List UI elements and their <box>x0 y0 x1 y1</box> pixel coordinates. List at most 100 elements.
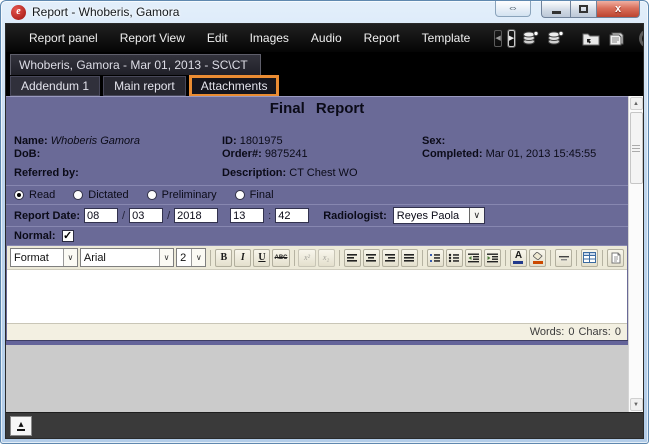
align-left-icon[interactable] <box>344 249 361 267</box>
report-editor: Format∨ Arial∨ 2∨ B I U ABC x² x₂ <box>7 245 627 340</box>
title-bar[interactable]: e Report - Whoberis, Gamora ⇔ x <box>5 1 644 23</box>
date-month-input[interactable]: 08 <box>84 208 118 223</box>
bold-button[interactable]: B <box>215 249 232 267</box>
patient-study-tab[interactable]: Whoberis, Gamora - Mar 01, 2013 - SC\CT <box>10 54 261 75</box>
app-logo-icon: e <box>11 5 26 20</box>
time-minute-input[interactable]: 42 <box>275 208 309 223</box>
records-in-icon[interactable] <box>547 30 564 46</box>
records-out-icon[interactable] <box>522 30 539 46</box>
radio-final-dot[interactable] <box>235 190 245 200</box>
align-justify-icon[interactable] <box>401 249 418 267</box>
radio-dictated[interactable]: Dictated <box>73 189 128 201</box>
menu-report-panel[interactable]: Report panel <box>18 31 109 45</box>
toolbar-separator <box>294 250 295 266</box>
toolbar-separator <box>576 250 577 266</box>
menu-audio[interactable]: Audio <box>300 31 353 45</box>
menu-report[interactable]: Report <box>353 31 411 45</box>
eject-icon: ▴ <box>17 421 24 431</box>
radio-preliminary[interactable]: Preliminary <box>147 189 217 201</box>
minimize-icon <box>552 11 561 14</box>
tab-addendum-1[interactable]: Addendum 1 <box>10 76 100 96</box>
status-radio-row: Read Dictated Preliminary Final <box>6 185 628 204</box>
bullet-list-icon[interactable] <box>446 249 463 267</box>
superscript-button[interactable]: x² <box>298 249 315 267</box>
radio-read-dot[interactable] <box>14 190 24 200</box>
info-dob: DoB: <box>14 148 222 160</box>
radio-preliminary-dot[interactable] <box>147 190 157 200</box>
size-select[interactable]: 2∨ <box>176 248 206 267</box>
nav-previous-icon[interactable]: ◀ <box>494 30 501 47</box>
report-pages-icon[interactable] <box>608 31 625 46</box>
normal-label: Normal: <box>14 230 56 242</box>
tab-attachments[interactable]: Attachments <box>189 75 280 97</box>
radio-read[interactable]: Read <box>14 189 55 201</box>
menu-edit[interactable]: Edit <box>196 31 239 45</box>
client-area: Report panel Report View Edit Images Aud… <box>5 23 644 439</box>
scroll-up-icon[interactable]: ▲ <box>630 97 643 110</box>
minimize-button[interactable] <box>541 1 570 18</box>
align-right-icon[interactable] <box>382 249 399 267</box>
outdent-icon[interactable] <box>465 249 482 267</box>
italic-button[interactable]: I <box>234 249 251 267</box>
maximize-button[interactable] <box>570 1 597 18</box>
close-button[interactable]: x <box>597 1 640 18</box>
radiologist-select[interactable]: Reyes Paola ∨ <box>393 207 485 224</box>
toolbar-separator <box>210 250 211 266</box>
erad-brand-logo: e RAD <box>639 29 644 48</box>
tab-main-report[interactable]: Main report <box>103 76 186 96</box>
info-name: Name: Whoberis Gamora <box>14 135 222 147</box>
radio-final[interactable]: Final <box>235 189 274 201</box>
horizontal-rule-icon[interactable] <box>555 249 572 267</box>
vertical-scrollbar[interactable]: ▲ ▼ <box>628 96 643 412</box>
time-hour-input[interactable]: 13 <box>230 208 264 223</box>
radio-dictated-dot[interactable] <box>73 190 83 200</box>
toolbar-separator <box>505 250 506 266</box>
chevron-down-icon: ∨ <box>63 249 77 266</box>
insert-table-icon[interactable] <box>581 249 598 267</box>
highlight-color-icon[interactable] <box>529 249 546 267</box>
report-editor-body[interactable] <box>7 270 627 323</box>
words-value: 0 <box>568 326 574 338</box>
open-folder-icon[interactable] <box>582 31 600 46</box>
chevron-down-icon[interactable]: ∨ <box>469 208 484 223</box>
report-window: e Report - Whoberis, Gamora ⇔ x Report p… <box>0 0 649 444</box>
menu-bar: Report panel Report View Edit Images Aud… <box>6 24 643 52</box>
info-referred-by: Referred by: <box>14 167 222 179</box>
menu-images[interactable]: Images <box>239 31 300 45</box>
scrollbar-thumb[interactable] <box>630 112 643 184</box>
font-color-icon[interactable]: A <box>510 249 527 267</box>
underline-button[interactable]: U <box>253 249 270 267</box>
page-source-icon[interactable] <box>607 249 624 267</box>
format-select[interactable]: Format∨ <box>10 248 78 267</box>
erad-arc-icon: e <box>639 29 644 48</box>
numbered-list-icon[interactable] <box>427 249 444 267</box>
eject-panel-button[interactable]: ▴ <box>10 416 32 436</box>
toolbar-separator <box>602 250 603 266</box>
editor-status-bar: Words: 0 Chars: 0 <box>7 323 627 340</box>
align-center-icon[interactable] <box>363 249 380 267</box>
swap-monitor-button[interactable]: ⇔ <box>495 1 531 17</box>
indent-icon[interactable] <box>484 249 501 267</box>
menu-report-view[interactable]: Report View <box>109 31 196 45</box>
nav-next-icon[interactable]: ▶ <box>508 30 515 47</box>
date-day-input[interactable]: 03 <box>129 208 163 223</box>
toolbar-separator <box>550 250 551 266</box>
font-select[interactable]: Arial∨ <box>80 248 174 267</box>
menu-template[interactable]: Template <box>411 31 482 45</box>
bottom-bar: ▴ <box>6 412 643 438</box>
toolbar-separator <box>339 250 340 266</box>
scroll-down-icon[interactable]: ▼ <box>630 398 643 411</box>
report-tabs: Addendum 1 Main report Attachments <box>6 75 643 96</box>
chars-value: 0 <box>615 326 621 338</box>
date-year-input[interactable]: 2018 <box>174 208 218 223</box>
subscript-button[interactable]: x₂ <box>318 249 335 267</box>
lower-collapsed-panel <box>6 345 628 412</box>
strikethrough-button[interactable]: ABC <box>272 249 289 267</box>
window-title: Report - Whoberis, Gamora <box>32 5 179 19</box>
maximize-icon <box>579 5 588 13</box>
info-description: Description: CT Chest WO <box>222 167 422 179</box>
thumb-grip-icon <box>632 145 640 152</box>
normal-checkbox[interactable] <box>62 230 74 242</box>
normal-row: Normal: <box>6 226 628 245</box>
info-id: ID: 1801975 <box>222 135 422 147</box>
